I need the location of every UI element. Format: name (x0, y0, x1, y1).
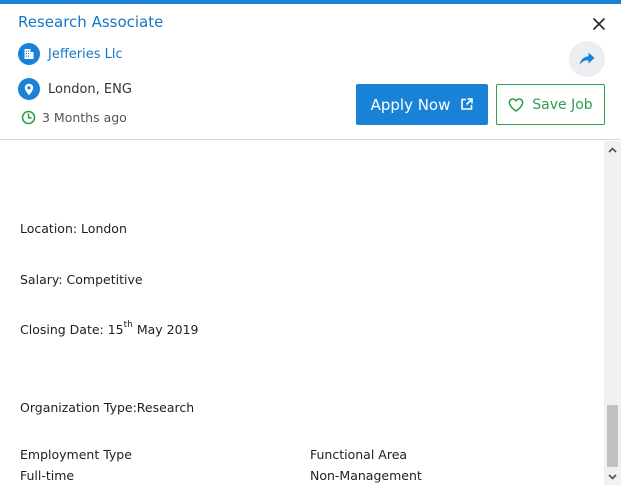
closing-date-ordinal: th (123, 320, 133, 330)
functional-area-label: Functional Area (310, 447, 408, 462)
location-text: London, ENG (48, 81, 132, 97)
functional-area-value: Non-Management (310, 468, 422, 483)
closing-date-prefix: Closing Date: 15 (20, 322, 124, 338)
apply-now-label: Apply Now (370, 95, 451, 114)
company-link[interactable]: Jefferies Llc (48, 47, 123, 62)
external-link-icon (461, 98, 474, 110)
close-icon (593, 18, 605, 30)
scroll-up-button[interactable] (604, 141, 621, 158)
employment-type-value: Full-time (20, 468, 75, 483)
apply-now-button[interactable]: Apply Now (356, 84, 488, 125)
close-button[interactable] (588, 13, 610, 35)
job-title[interactable]: Research Associate (18, 13, 163, 31)
save-job-label: Save Job (532, 96, 593, 113)
salary-detail: Salary: Competitive (20, 272, 143, 287)
organization-type-detail: Organization Type:Research (20, 400, 195, 415)
closing-date-suffix: May 2019 (132, 322, 199, 338)
map-pin-icon (18, 78, 40, 100)
posted-time-row: 3 Months ago (21, 110, 127, 125)
heart-icon (508, 97, 524, 112)
location-row: London, ENG (18, 78, 132, 100)
job-header: Research Associate Jefferies Llc London,… (0, 4, 621, 140)
company-row: Jefferies Llc (18, 43, 123, 65)
posted-time: 3 Months ago (42, 110, 127, 125)
job-description: Location: London Salary: Competitive Clo… (0, 141, 604, 485)
chevron-down-icon (608, 473, 617, 480)
chevron-up-icon (608, 146, 617, 153)
building-icon (18, 43, 40, 65)
closing-date-detail: Closing Date: 15th May 2019 (20, 320, 199, 338)
scroll-thumb[interactable] (607, 405, 618, 467)
save-job-button[interactable]: Save Job (496, 84, 605, 125)
scroll-down-button[interactable] (604, 468, 621, 485)
vertical-scrollbar[interactable] (604, 141, 621, 485)
share-icon (579, 52, 595, 65)
location-detail: Location: London (20, 221, 127, 236)
share-button[interactable] (569, 41, 605, 77)
clock-icon (21, 110, 36, 125)
employment-type-label: Employment Type (20, 447, 132, 462)
